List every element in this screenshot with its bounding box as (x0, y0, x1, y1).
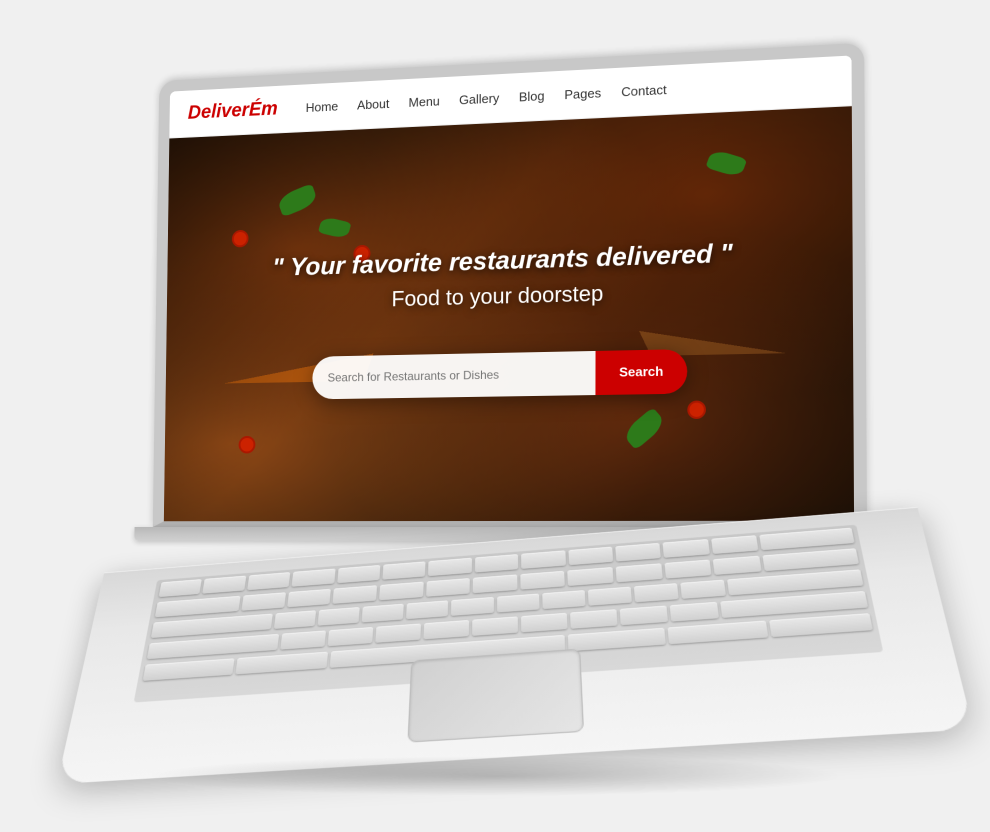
search-bar: Search (312, 349, 687, 399)
key (568, 627, 666, 651)
search-button[interactable]: Search (595, 349, 687, 395)
key (570, 609, 618, 629)
brand-logo: DeliverÉm (188, 98, 278, 124)
laptop-shadow (145, 756, 845, 796)
nav-links: Home About Menu Gallery Blog Pages Conta… (306, 82, 667, 115)
hero-subtitle: Food to your doorstep (272, 277, 733, 315)
laptop-mockup: DeliverÉm Home About Menu Gallery Blog P… (85, 56, 905, 776)
hero-content: " Your favorite restaurants delivered " … (234, 236, 775, 339)
nav-blog[interactable]: Blog (519, 88, 545, 104)
key (472, 616, 518, 636)
key (497, 593, 540, 612)
key (406, 600, 448, 619)
key (769, 613, 873, 637)
website-preview: DeliverÉm Home About Menu Gallery Blog P… (164, 55, 854, 521)
nav-menu[interactable]: Menu (408, 94, 439, 110)
key (713, 555, 762, 574)
key (333, 585, 377, 604)
key (143, 658, 235, 681)
key (159, 579, 203, 597)
laptop-screen: DeliverÉm Home About Menu Gallery Blog P… (153, 43, 867, 527)
key (615, 543, 661, 562)
key (473, 574, 517, 593)
nav-gallery[interactable]: Gallery (459, 91, 499, 108)
nav-about[interactable]: About (357, 96, 389, 112)
key (520, 570, 565, 589)
key (568, 567, 614, 586)
key (379, 581, 423, 600)
key (568, 546, 613, 565)
key (664, 559, 712, 578)
key (362, 603, 404, 622)
key (426, 578, 470, 597)
key (428, 557, 472, 575)
key (382, 561, 426, 579)
key (328, 627, 374, 646)
key (521, 550, 565, 569)
key (711, 535, 759, 554)
key (634, 583, 679, 602)
key (337, 565, 381, 583)
key (242, 592, 286, 611)
key (667, 620, 768, 644)
key (542, 590, 585, 609)
key (475, 554, 519, 573)
key (287, 588, 331, 607)
key (423, 620, 469, 639)
key (203, 575, 247, 593)
key (587, 586, 631, 605)
key (375, 623, 421, 642)
key (670, 601, 719, 621)
key (616, 563, 663, 582)
key (521, 612, 568, 632)
key (235, 651, 328, 674)
key (620, 605, 668, 625)
nav-pages[interactable]: Pages (564, 86, 601, 103)
key (274, 610, 316, 629)
key (680, 579, 726, 598)
key (280, 630, 326, 649)
key (451, 597, 493, 616)
nav-contact[interactable]: Contact (621, 82, 666, 99)
key (247, 572, 291, 590)
hero-section: " Your favorite restaurants delivered " … (164, 106, 854, 521)
laptop-base (57, 507, 974, 784)
touchpad[interactable] (407, 649, 584, 743)
tomato-3 (687, 400, 706, 419)
key (318, 607, 360, 626)
nav-home[interactable]: Home (306, 99, 339, 115)
key (292, 568, 336, 586)
search-input[interactable] (312, 351, 595, 399)
key (663, 539, 710, 558)
